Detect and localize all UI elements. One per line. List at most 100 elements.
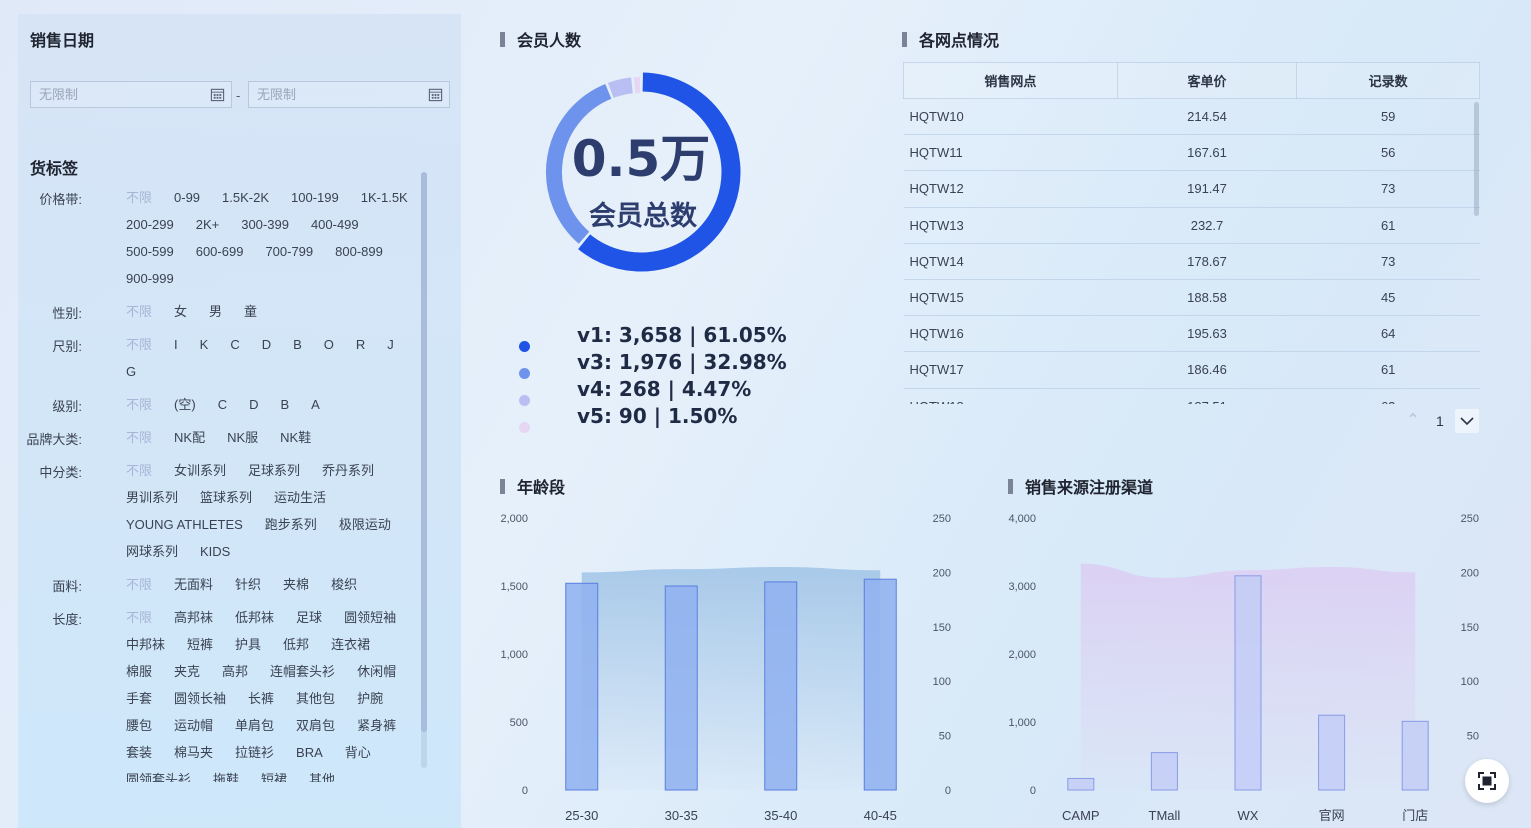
tag-option[interactable]: 圆领短袖 [344,609,396,627]
tag-option[interactable]: 800-899 [335,243,383,261]
tag-option[interactable]: 无面料 [174,576,213,594]
tag-option[interactable]: 600-699 [196,243,244,261]
tag-option[interactable]: 不限 [126,189,152,207]
tag-option[interactable]: 其他 [309,771,335,782]
tag-option[interactable]: 不限 [126,336,152,354]
tag-option[interactable]: 连帽套头衫 [270,663,335,681]
tag-option[interactable]: 900-999 [126,270,174,288]
tag-option[interactable]: 短裤 [187,636,213,654]
table-row[interactable]: HQTW14 178.67 73 [903,243,1480,280]
bar-25-30[interactable] [565,582,599,791]
tag-option[interactable]: 夹棉 [283,576,309,594]
tag-option[interactable]: R [356,336,365,354]
tag-option[interactable]: D [249,396,258,414]
table-scrollbar-thumb[interactable] [1474,102,1479,216]
tag-option[interactable]: 低邦 [283,636,309,654]
legend-dot-v1[interactable] [519,341,530,352]
tag-option[interactable]: C [218,396,227,414]
tag-option[interactable]: 不限 [126,303,152,321]
tag-option[interactable]: 篮球系列 [200,489,252,507]
tag-option[interactable]: 休闲帽 [357,663,396,681]
tag-option[interactable]: 护腕 [357,690,383,708]
tag-option[interactable]: 极限运动 [339,516,391,534]
tag-option[interactable]: 1.5K-2K [222,189,269,207]
tag-option[interactable]: I [174,336,178,354]
tag-option[interactable]: 2K+ [196,216,220,234]
tag-scrollbar-thumb[interactable] [421,172,427,732]
tag-option[interactable]: 高邦 [222,663,248,681]
tag-option[interactable]: 不限 [126,576,152,594]
tag-option[interactable]: 足球 [296,609,322,627]
tag-option[interactable]: O [324,336,334,354]
tag-option[interactable]: YOUNG ATHLETES [126,516,243,534]
page-down-button[interactable] [1455,409,1479,433]
tag-option[interactable]: 高邦袜 [174,609,213,627]
tag-option[interactable]: B [280,396,289,414]
tag-option[interactable]: 1K-1.5K [361,189,408,207]
tag-option[interactable]: 拖鞋 [213,771,239,782]
tag-option[interactable]: 不限 [126,462,152,480]
tag-option[interactable]: 乔丹系列 [322,462,374,480]
tag-option[interactable]: 中邦袜 [126,636,165,654]
tag-option[interactable]: 棉马夹 [174,744,213,762]
tag-option[interactable]: 低邦袜 [235,609,274,627]
tag-option[interactable]: 不限 [126,396,152,414]
tag-option[interactable]: 400-499 [311,216,359,234]
bar-TMall[interactable] [1150,752,1178,791]
tag-option[interactable]: 手套 [126,690,152,708]
tag-option[interactable]: KIDS [200,543,230,561]
tag-option[interactable]: 不限 [126,609,152,627]
tag-option[interactable]: 夹克 [174,663,200,681]
tag-option[interactable]: 跑步系列 [265,516,317,534]
tag-option[interactable]: 圆领套头衫 [126,771,191,782]
bar-35-40[interactable] [764,581,798,791]
column-header[interactable]: 记录数 [1296,62,1480,99]
tag-option[interactable]: 短裙 [261,771,287,782]
tag-option[interactable]: G [126,363,136,381]
tag-option[interactable]: 运动帽 [174,717,213,735]
tag-option[interactable]: NK服 [227,429,258,447]
tag-option[interactable]: 运动生活 [274,489,326,507]
tag-option[interactable]: 圆领长袖 [174,690,226,708]
tag-option[interactable]: 不限 [126,429,152,447]
bar-门店[interactable] [1401,720,1429,791]
tag-option[interactable]: 梭织 [331,576,357,594]
tag-option[interactable]: 双肩包 [296,717,335,735]
tag-option[interactable]: (空) [174,396,196,414]
bar-官网[interactable] [1318,714,1346,791]
tag-option[interactable]: 网球系列 [126,543,178,561]
tag-option[interactable]: NK配 [174,429,205,447]
table-row[interactable]: HQTW13 232.7 61 [903,207,1480,244]
tag-option[interactable]: B [293,336,302,354]
tag-option[interactable]: 背心 [345,744,371,762]
column-header[interactable]: 销售网点 [903,62,1118,99]
tag-option[interactable]: 200-299 [126,216,174,234]
tag-option[interactable]: 300-399 [241,216,289,234]
fullscreen-button[interactable] [1465,759,1509,803]
tag-option[interactable]: 700-799 [265,243,313,261]
tag-option[interactable]: C [230,336,239,354]
table-row[interactable]: HQTW16 195.63 64 [903,315,1480,353]
tag-option[interactable]: D [262,336,271,354]
tag-option[interactable]: 棉服 [126,663,152,681]
donut-slice-v4[interactable] [607,77,634,99]
tag-option[interactable]: 连衣裙 [331,636,370,654]
tag-option[interactable]: 单肩包 [235,717,274,735]
legend-dot-v3[interactable] [519,368,530,379]
table-row[interactable]: HQTW12 191.47 73 [903,170,1480,208]
tag-option[interactable]: 拉链衫 [235,744,274,762]
tag-option[interactable]: 套装 [126,744,152,762]
tag-option[interactable]: K [200,336,209,354]
table-row[interactable]: HQTW15 188.58 45 [903,279,1480,317]
table-row[interactable]: HQTW17 186.46 61 [903,351,1480,389]
tag-option[interactable]: 护具 [235,636,261,654]
table-row[interactable]: HQTW11 167.61 56 [903,134,1480,172]
tag-option[interactable]: 男训系列 [126,489,178,507]
table-row[interactable]: HQTW18187.5162 [903,388,1480,404]
tag-option[interactable]: 女 [174,303,187,321]
bar-WX[interactable] [1234,575,1262,791]
column-header[interactable]: 客单价 [1116,62,1298,99]
tag-option[interactable]: NK鞋 [280,429,311,447]
tag-option[interactable]: A [311,396,320,414]
tag-option[interactable]: 500-599 [126,243,174,261]
